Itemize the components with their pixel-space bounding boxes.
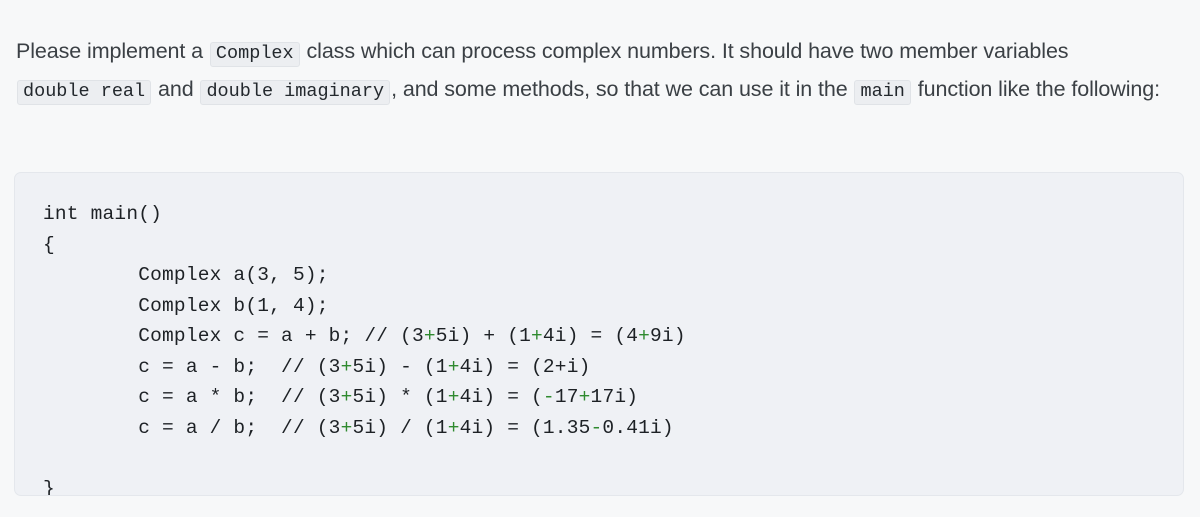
code-token: c = a * b; // (3	[43, 386, 341, 408]
code-operator-token: +	[447, 355, 460, 378]
code-token: 5i) / (1	[352, 416, 448, 439]
code-token: Complex c = a + b; // (3	[43, 325, 424, 347]
code-operator-token: +	[531, 325, 543, 347]
code-token: 4i) = (2+i)	[459, 355, 591, 378]
code-operator-token: +	[340, 386, 353, 408]
code-line: c = a / b; // (3+5i) / (1+4i) = (1.35-0.…	[43, 417, 674, 439]
prose-text-segment: and	[152, 76, 200, 101]
code-token: 17	[554, 386, 579, 408]
inline-code-chip: double imaginary	[200, 79, 391, 105]
code-token: Complex a(3, 5);	[43, 264, 329, 286]
code-token: 4i) = (1.35	[459, 416, 591, 439]
code-token: 17i)	[590, 386, 639, 408]
code-line: Complex a(3, 5);	[43, 264, 329, 286]
code-token: {	[43, 233, 55, 256]
prose-text-segment: function like the following:	[911, 76, 1160, 101]
code-line: int main()	[43, 203, 162, 225]
code-operator-token: +	[638, 325, 651, 347]
code-token: int main()	[43, 203, 163, 225]
prose-text-segment: Please implement a	[16, 38, 209, 63]
code-line: Complex c = a + b; // (3+5i) + (1+4i) = …	[43, 325, 686, 347]
inline-code-chip: double real	[17, 79, 152, 105]
code-operator-token: +	[447, 386, 460, 408]
code-token: }	[43, 477, 55, 496]
code-token: 5i) * (1	[352, 386, 448, 408]
code-line: }	[43, 477, 55, 496]
code-line: {	[43, 234, 55, 256]
code-token: 4i) = (	[459, 386, 543, 408]
problem-description-text: Please implement a Complex class which c…	[16, 32, 1186, 108]
code-operator-token: +	[423, 325, 436, 347]
code-token: c = a - b; // (3	[43, 355, 341, 378]
inline-code-chip: Complex	[209, 41, 300, 67]
code-operator-token: +	[340, 355, 353, 378]
code-line: Complex b(1, 4);	[43, 295, 329, 317]
code-token: Complex b(1, 4);	[43, 294, 329, 317]
code-operator-token: +	[578, 386, 591, 408]
code-block-content: int main() { Complex a(3, 5); Complex b(…	[43, 199, 1183, 496]
code-token: c = a / b; // (3	[43, 416, 341, 439]
prose-text-segment: class which can process complex numbers.…	[300, 38, 1069, 63]
code-block: int main() { Complex a(3, 5); Complex b(…	[14, 172, 1184, 496]
code-token: 4i) = (4	[542, 325, 639, 347]
code-operator-token: +	[447, 416, 460, 439]
code-token: 0.41i)	[602, 416, 674, 439]
code-line: c = a * b; // (3+5i) * (1+4i) = (-17+17i…	[43, 386, 638, 408]
problem-statement-page: Please implement a Complex class which c…	[0, 0, 1200, 517]
code-line: c = a - b; // (3+5i) - (1+4i) = (2+i)	[43, 356, 591, 378]
code-operator-token: +	[340, 416, 353, 439]
code-token: 5i) + (1	[435, 325, 531, 347]
code-token: 5i) - (1	[352, 355, 448, 378]
prose-text-segment: , and some methods, so that we can use i…	[391, 76, 854, 101]
code-token: 9i)	[650, 325, 686, 347]
code-operator-token: -	[590, 416, 603, 439]
inline-code-chip: main	[854, 79, 911, 105]
code-operator-token: -	[542, 386, 555, 408]
